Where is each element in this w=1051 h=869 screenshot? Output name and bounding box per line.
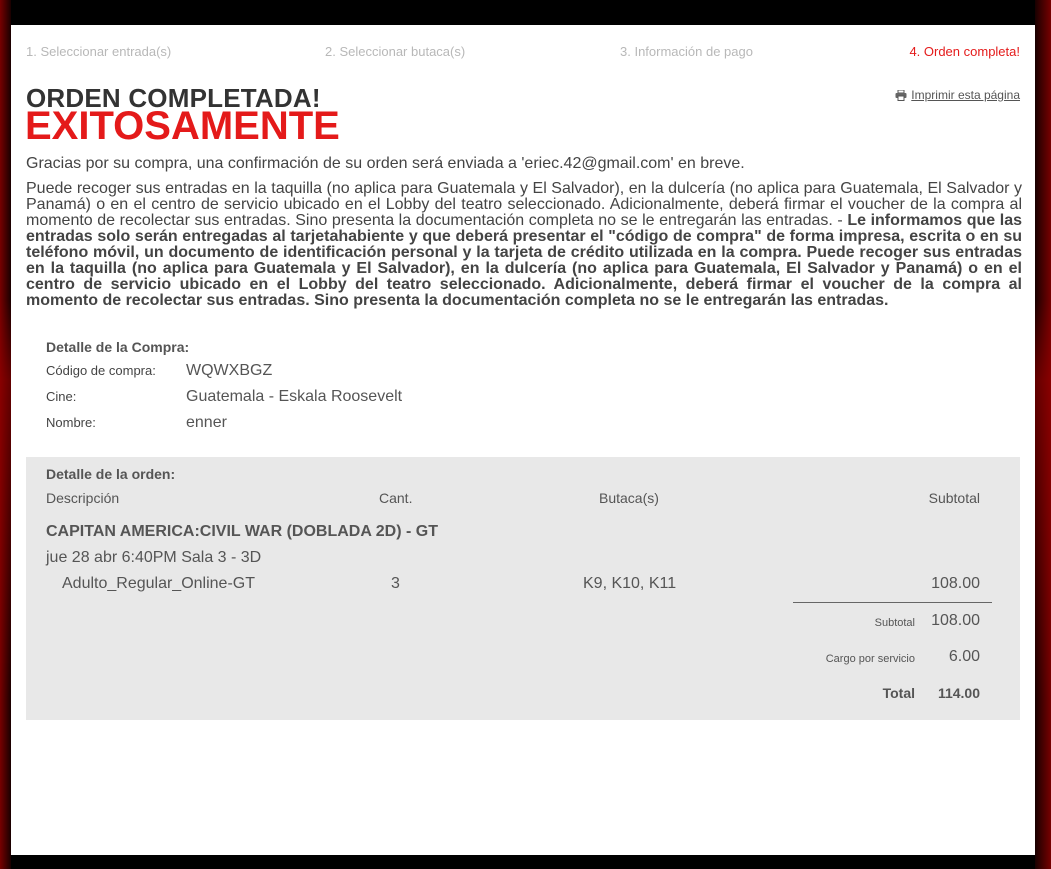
customer-name-label: Nombre: bbox=[46, 415, 96, 430]
customer-name-row: Nombre: enner bbox=[46, 414, 546, 440]
step-select-seats: 2. Seleccionar butaca(s) bbox=[325, 44, 466, 59]
total-value: 114.00 bbox=[937, 685, 980, 701]
service-fee-value: 6.00 bbox=[948, 648, 980, 665]
movie-title: CAPITAN AMERICA:CIVIL WAR (DOBLADA 2D) -… bbox=[46, 523, 438, 540]
step-select-tickets: 1. Seleccionar entrada(s) bbox=[26, 44, 172, 59]
seat-list: K9, K10, K11 bbox=[583, 575, 677, 592]
service-fee-label: Cargo por servicio bbox=[825, 653, 915, 665]
purchase-details: Detalle de la Compra: Código de compra: … bbox=[46, 339, 546, 440]
purchase-details-heading: Detalle de la Compra: bbox=[46, 339, 190, 355]
order-confirmation-panel: 1. Seleccionar entrada(s) 2. Seleccionar… bbox=[11, 25, 1035, 855]
ticket-type: Adulto_Regular_Online-GT bbox=[62, 575, 255, 592]
pickup-notice: Puede recoger sus entradas en la taquill… bbox=[26, 181, 1022, 309]
totals-divider bbox=[793, 602, 992, 603]
confirmation-message: Gracias por su compra, una confirmación … bbox=[26, 155, 745, 172]
session-info: jue 28 abr 6:40PM Sala 3 - 3D bbox=[46, 549, 262, 566]
step-order-complete: 4. Orden completa! bbox=[909, 44, 1020, 59]
purchase-code-row: Código de compra: WQWXBGZ bbox=[46, 362, 546, 388]
cinema-row: Cine: Guatemala - Eskala Roosevelt bbox=[46, 388, 546, 414]
order-details: Detalle de la orden: Descripción Cant. B… bbox=[26, 457, 1020, 720]
column-header-seats: Butaca(s) bbox=[599, 490, 659, 506]
column-header-quantity: Cant. bbox=[379, 490, 413, 506]
subtotal-label: Subtotal bbox=[874, 617, 915, 629]
purchase-code-value: WQWXBGZ bbox=[186, 362, 273, 379]
line-subtotal: 108.00 bbox=[931, 575, 980, 592]
order-details-heading: Detalle de la orden: bbox=[46, 466, 176, 482]
step-payment-info: 3. Información de pago bbox=[620, 44, 753, 59]
page-title-highlight: EXITOSAMENTE bbox=[25, 104, 340, 148]
subtotal-value: 108.00 bbox=[931, 612, 980, 629]
printer-icon bbox=[895, 89, 907, 101]
print-page-label[interactable]: Imprimir esta página bbox=[911, 88, 1020, 102]
purchase-code-label: Código de compra: bbox=[46, 363, 156, 378]
cinema-label: Cine: bbox=[46, 389, 77, 404]
cinema-value: Guatemala - Eskala Roosevelt bbox=[186, 388, 403, 405]
checkout-steps: 1. Seleccionar entrada(s) 2. Seleccionar… bbox=[26, 44, 1020, 62]
column-header-description: Descripción bbox=[46, 490, 120, 506]
ticket-quantity: 3 bbox=[391, 575, 400, 592]
total-label: Total bbox=[882, 685, 915, 701]
print-page-link[interactable]: Imprimir esta página bbox=[895, 88, 1020, 102]
column-header-subtotal: Subtotal bbox=[928, 490, 980, 506]
customer-name-value: enner bbox=[186, 414, 227, 431]
